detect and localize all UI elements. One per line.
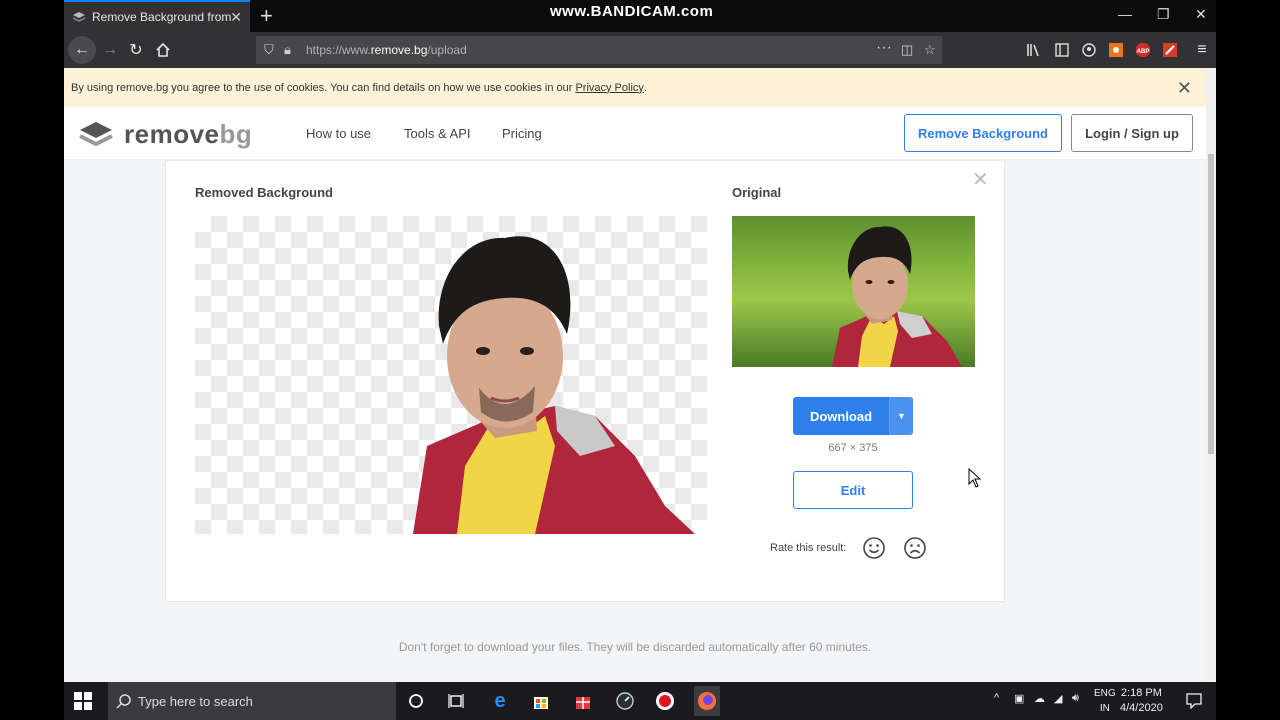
mouse-cursor-icon <box>968 468 982 488</box>
edit-button[interactable]: Edit <box>793 471 913 509</box>
bandicam-record-icon[interactable] <box>654 690 676 712</box>
windows-start-icon[interactable] <box>74 692 92 710</box>
remove-background-button[interactable]: Remove Background <box>904 114 1062 152</box>
removed-background-title: Removed Background <box>195 185 333 200</box>
svg-text:ABP: ABP <box>1137 49 1150 55</box>
account-icon[interactable] <box>1081 42 1097 58</box>
nav-tools-api[interactable]: Tools & API <box>404 126 470 141</box>
lock-icon[interactable]: 🔒︎ <box>284 42 291 58</box>
window-close-icon[interactable]: ✕ <box>1195 6 1207 23</box>
taskbar-search-box[interactable]: Type here to search <box>108 682 396 720</box>
right-letterbox <box>1216 0 1280 720</box>
gift-app-icon[interactable] <box>572 690 594 712</box>
cookie-suffix: . <box>643 81 647 94</box>
card-close-icon[interactable]: ✕ <box>972 167 989 192</box>
download-reminder: Don't forget to download your files. The… <box>398 640 872 654</box>
privacy-policy-link[interactable]: Privacy Policy <box>575 82 643 94</box>
sidebar-icon[interactable] <box>1054 42 1070 58</box>
tab-close-icon[interactable]: ✕ <box>230 9 242 26</box>
browser-tab-bar: Remove Background from Ima ✕ + www.BANDI… <box>64 0 1216 32</box>
scrollbar-thumb[interactable] <box>1208 154 1214 454</box>
back-icon[interactable]: ← <box>68 36 96 64</box>
download-dropdown-chevron-icon[interactable]: ▼ <box>889 397 913 435</box>
home-icon[interactable] <box>149 36 177 64</box>
browser-toolbar: ← → ↻ ⛉ 🔒︎ https://www. remove.bg/upload … <box>64 32 1216 68</box>
person-cutout-image <box>413 236 695 534</box>
firefox-icon[interactable] <box>694 686 720 716</box>
language-code: ENG <box>1094 688 1116 699</box>
page-scrollbar[interactable] <box>1206 68 1216 682</box>
clock-time: 2:18 PM <box>1120 687 1162 699</box>
happy-face-icon[interactable] <box>862 536 886 560</box>
menu-icon[interactable]: ≡ <box>1192 36 1212 64</box>
download-label: Download <box>809 408 873 424</box>
windows-taskbar: Type here to search e ^ ▣ ☁ ◢ 🔊︎ ENG IN … <box>64 682 1216 720</box>
search-icon <box>116 694 131 709</box>
cookie-close-icon[interactable]: ✕ <box>1177 78 1192 99</box>
system-clock[interactable]: 2:18 PM 4/4/2020 <box>1120 686 1163 716</box>
cookie-text: By using remove.bg you agree to the use … <box>71 81 573 94</box>
region-code: IN <box>1099 703 1110 714</box>
reload-icon[interactable]: ↻ <box>122 36 150 64</box>
url-prefix: https://www. <box>306 43 371 57</box>
forward-icon[interactable]: → <box>96 36 124 64</box>
task-view-icon[interactable] <box>445 690 467 712</box>
library-icon[interactable] <box>1026 42 1042 58</box>
browser-tab[interactable]: Remove Background from Ima ✕ <box>64 0 250 32</box>
site-header: removebg How to use Tools & API Pricing … <box>64 107 1206 160</box>
onedrive-cloud-icon[interactable]: ☁ <box>1034 692 1045 705</box>
store-icon[interactable] <box>530 690 552 712</box>
notification-center-icon[interactable] <box>1186 693 1202 709</box>
language-indicator[interactable]: ENG IN <box>1094 686 1116 716</box>
image-dimensions: 667 × 375 <box>828 442 878 454</box>
extension-red-icon[interactable] <box>1162 42 1178 58</box>
result-card: ✕ Removed Background Original Download ▼… <box>165 160 1005 602</box>
pocket-icon[interactable]: ◫ <box>901 42 913 58</box>
tab-title: Remove Background from Ima <box>92 10 232 24</box>
cookie-banner: By using remove.bg you agree to the use … <box>64 68 1206 107</box>
page-actions-icon[interactable]: ··· <box>876 39 892 57</box>
restore-icon[interactable]: ❐ <box>1157 6 1170 23</box>
login-signup-button[interactable]: Login / Sign up <box>1071 114 1193 152</box>
original-image <box>732 216 975 367</box>
clock-date: 4/4/2020 <box>1120 702 1163 714</box>
tray-expand-chevron-icon[interactable]: ^ <box>994 692 999 704</box>
recorder-watermark: www.BANDICAM.com <box>550 3 714 20</box>
network-icon[interactable]: ◢ <box>1054 692 1062 705</box>
logo-layers-icon <box>79 121 113 146</box>
logo[interactable]: removebg <box>78 119 252 150</box>
original-title: Original <box>732 185 782 200</box>
new-tab-icon[interactable]: + <box>260 3 273 29</box>
extension-orange-icon[interactable] <box>1108 42 1124 58</box>
download-button[interactable]: Download ▼ <box>793 397 913 435</box>
sad-face-icon[interactable] <box>903 536 927 560</box>
speedometer-app-icon[interactable] <box>614 690 636 712</box>
taskbar-search-placeholder: Type here to search <box>138 693 253 709</box>
removebg-favicon-icon <box>72 10 86 24</box>
url-host: remove.bg <box>370 43 428 57</box>
url-path: /upload <box>427 43 467 57</box>
edge-browser-icon[interactable]: e <box>489 690 511 712</box>
bookmark-star-icon[interactable]: ☆ <box>924 42 936 58</box>
screen: Remove Background from Ima ✕ + www.BANDI… <box>64 0 1216 720</box>
tracking-shield-icon[interactable]: ⛉ <box>264 42 274 58</box>
logo-text-sub: bg <box>219 119 253 149</box>
left-letterbox <box>0 0 64 720</box>
cortana-icon[interactable] <box>405 690 427 712</box>
nav-how-to-use[interactable]: How to use <box>306 126 371 141</box>
logo-text-main: remove <box>124 119 220 149</box>
nav-pricing[interactable]: Pricing <box>502 126 542 141</box>
volume-icon[interactable]: 🔊︎ <box>1072 692 1079 705</box>
rate-result-label: Rate this result: <box>770 542 847 554</box>
tray-device-icon[interactable]: ▣ <box>1014 692 1024 705</box>
adblock-plus-icon[interactable]: ABP <box>1135 42 1151 58</box>
minimize-icon[interactable]: — <box>1118 6 1132 22</box>
address-bar[interactable]: ⛉ 🔒︎ https://www. remove.bg/upload ··· ◫ … <box>256 36 942 64</box>
removed-background-preview <box>195 216 707 534</box>
